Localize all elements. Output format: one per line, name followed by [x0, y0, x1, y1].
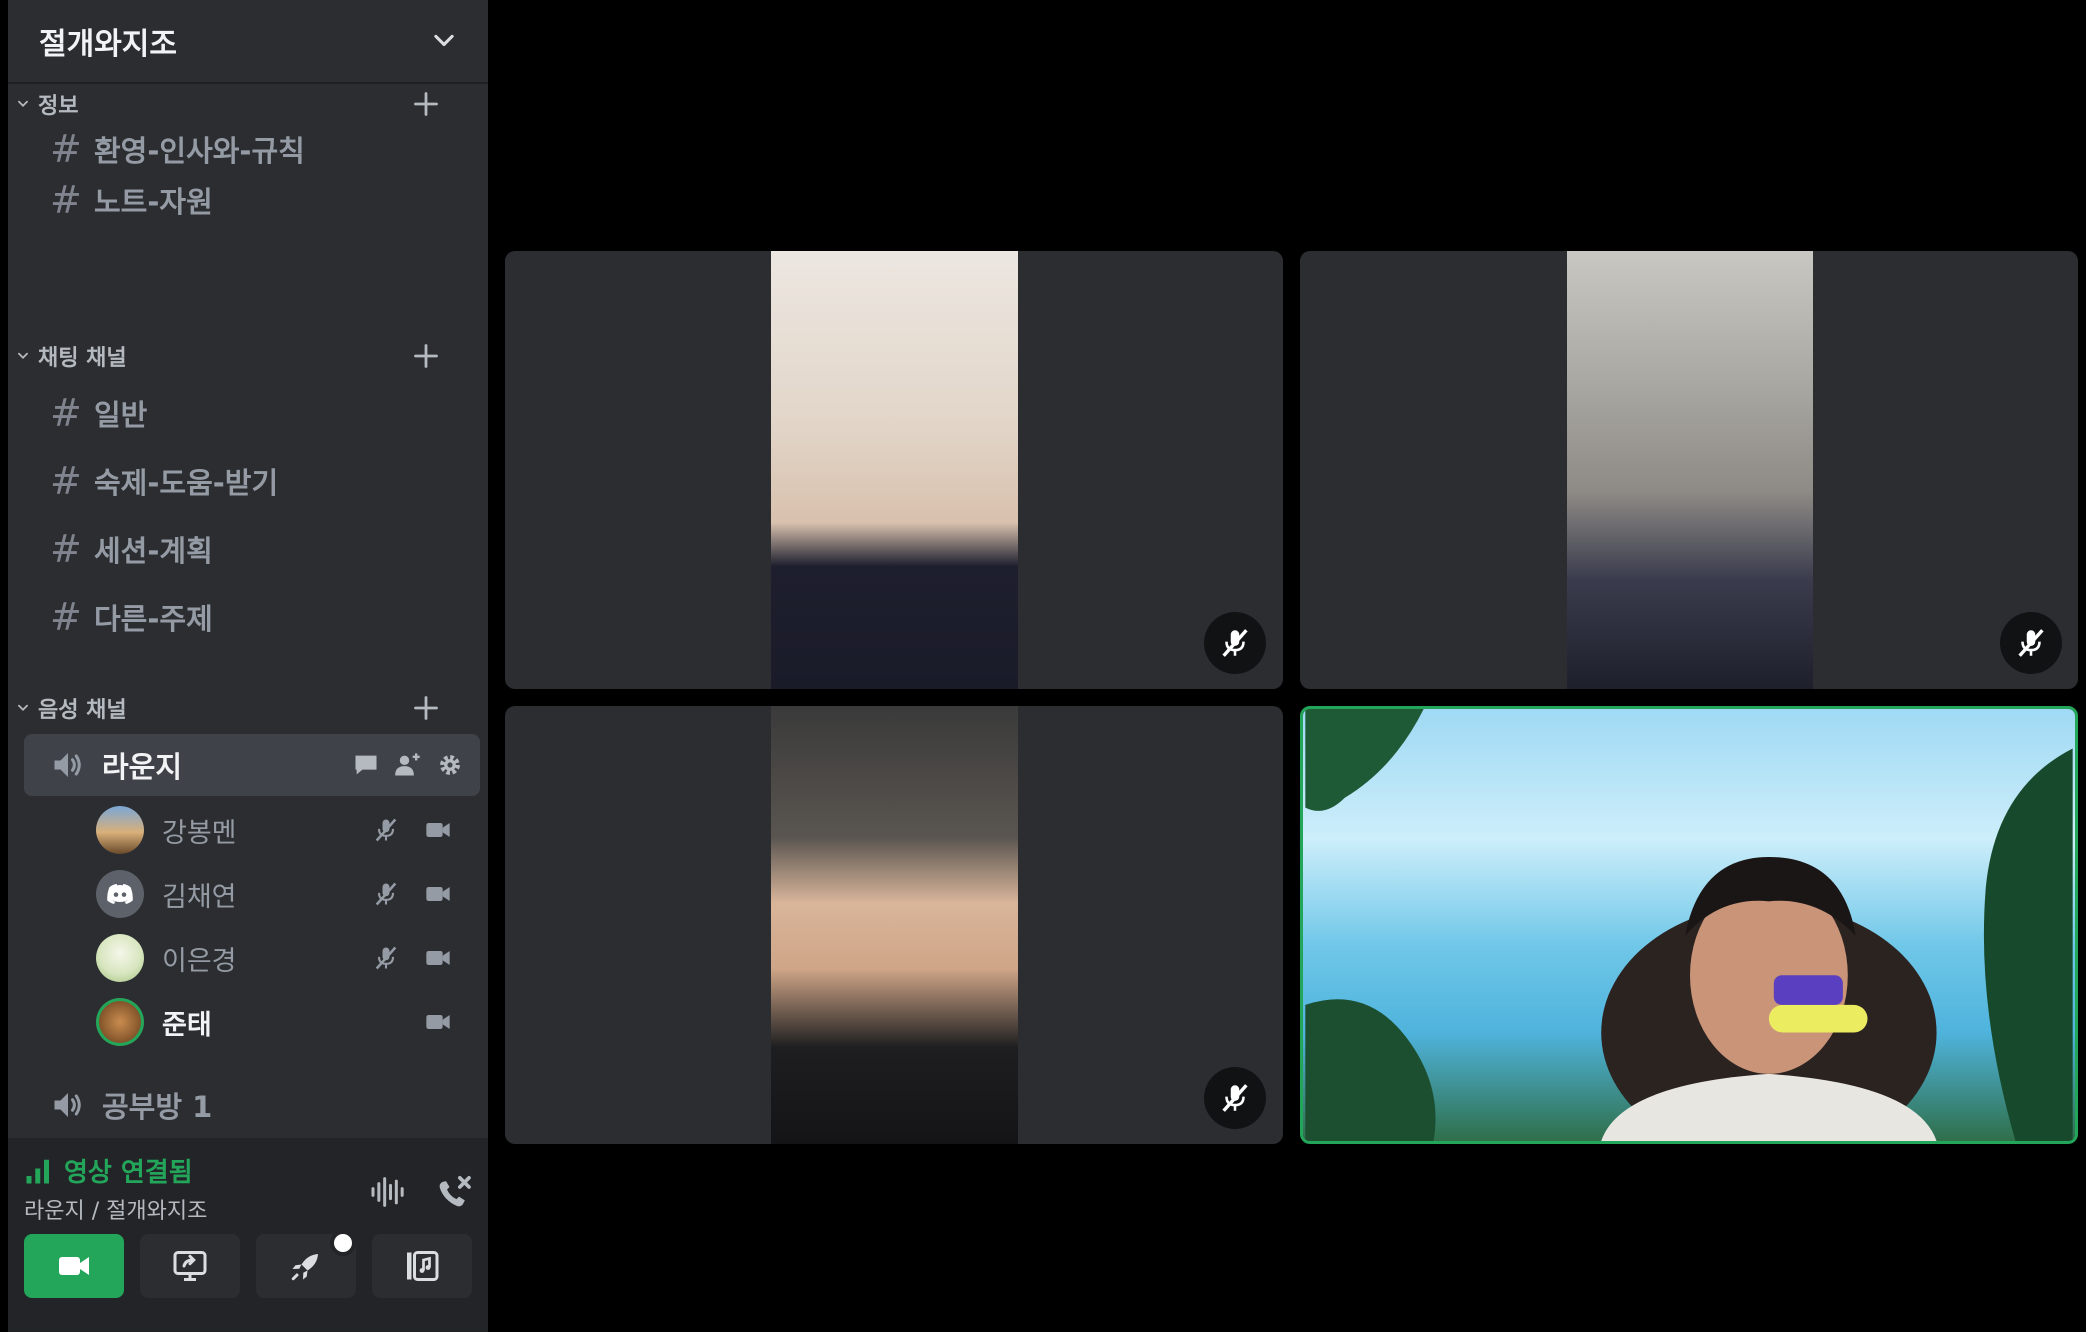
soundwave-icon[interactable] [368, 1172, 408, 1212]
chevron-down-icon[interactable] [430, 27, 458, 55]
mic-muted-icon [375, 882, 397, 906]
channel-sidebar: 절개와지조 정보 # 환영-인사와-규칙 # 노트-자원 채팅 채널 # 일반 … [8, 0, 488, 1332]
avatar [96, 998, 144, 1046]
voice-channel-lounge[interactable]: 라운지 [24, 734, 480, 796]
rocket-activity-icon [291, 1254, 318, 1281]
soundboard-icon [407, 1251, 439, 1281]
signal-strength-icon[interactable] [24, 1156, 54, 1186]
collapse-chevron-icon [18, 100, 28, 107]
notification-dot [330, 1230, 356, 1256]
video-tile-participant-3[interactable] [505, 706, 1283, 1144]
channel-label: 숙제-도움-받기 [94, 466, 279, 500]
gear-icon[interactable] [436, 751, 464, 779]
avatar [96, 934, 144, 982]
mic-muted-icon [1222, 1084, 1248, 1112]
camera-icon [426, 823, 450, 837]
category-label: 채팅 채널 [38, 346, 127, 371]
camera-icon [426, 951, 450, 965]
voice-channel-study-room[interactable]: 공부방 1 [24, 1074, 480, 1136]
camera-toggle-button[interactable] [24, 1234, 124, 1298]
channel-homework-help[interactable]: # 숙제-도움-받기 [24, 450, 480, 512]
channel-label: 일반 [94, 398, 148, 432]
hash-icon: # [50, 459, 82, 503]
member-name: 김채연 [162, 881, 237, 913]
hash-icon: # [50, 595, 82, 639]
mic-muted-icon [375, 818, 397, 842]
channel-label: 다른-주제 [94, 602, 213, 636]
video-tile-participant-2[interactable] [1300, 251, 2078, 689]
activity-button[interactable] [256, 1230, 356, 1298]
channel-other-topics[interactable]: # 다른-주제 [24, 586, 480, 648]
hash-icon: # [50, 391, 82, 435]
camera-icon [59, 1257, 89, 1275]
collapse-chevron-icon [18, 704, 28, 711]
video-tile-participant-1[interactable] [505, 251, 1283, 689]
connection-status[interactable]: 영상 연결됨 [64, 1152, 193, 1189]
voice-member[interactable]: 이은경 [96, 930, 466, 986]
channel-label: 세션-계획 [94, 534, 213, 568]
channel-notes-resources[interactable]: # 노트-자원 [24, 169, 480, 231]
participant-video [1567, 251, 1813, 689]
voice-connection-panel: 영상 연결됨 라운지 / 절개와지조 [8, 1138, 488, 1332]
channel-session-planning[interactable]: # 세션-계획 [24, 518, 480, 580]
plus-icon[interactable] [412, 694, 440, 722]
background-foliage [1305, 709, 2073, 1141]
channel-general[interactable]: # 일반 [24, 382, 480, 444]
discord-logo-icon [107, 884, 133, 904]
member-name: 준태 [162, 1009, 212, 1041]
hash-icon: # [50, 178, 82, 222]
screen-share-icon [173, 1251, 207, 1281]
avatar [96, 870, 144, 918]
category-label: 음성 채널 [38, 698, 127, 723]
soundboard-button[interactable] [372, 1234, 472, 1298]
speaker-icon [54, 1093, 81, 1117]
mic-muted-icon [375, 946, 397, 970]
hash-icon: # [50, 527, 82, 571]
chat-bubble-icon[interactable] [352, 751, 380, 779]
channel-label: 공부방 1 [102, 1090, 213, 1124]
plus-icon[interactable] [412, 342, 440, 370]
participant-video [771, 251, 1018, 689]
mute-badge [1204, 1067, 1266, 1129]
participant-video [771, 706, 1018, 1144]
video-tile-participant-4[interactable] [1300, 706, 2078, 1144]
plus-icon[interactable] [412, 90, 440, 118]
server-header[interactable]: 절개와지조 [8, 0, 488, 84]
mic-muted-icon [2018, 629, 2044, 657]
disconnect-icon[interactable] [434, 1172, 474, 1212]
screen-share-button[interactable] [140, 1234, 240, 1298]
category-voice[interactable]: 음성 채널 [16, 688, 464, 728]
server-name: 절개와지조 [39, 27, 177, 62]
voice-member[interactable]: 준태 [96, 994, 466, 1050]
channel-label: 라운지 [102, 750, 183, 784]
member-name: 이은경 [162, 945, 237, 977]
add-user-icon[interactable] [394, 751, 422, 779]
mute-badge [1204, 612, 1266, 674]
category-label: 정보 [38, 94, 79, 119]
avatar [96, 806, 144, 854]
camera-icon [426, 1015, 450, 1029]
hash-icon: # [50, 127, 82, 171]
voice-member[interactable]: 강봉멘 [96, 802, 466, 858]
member-name: 강봉멘 [162, 817, 237, 849]
mute-badge [2000, 612, 2062, 674]
mic-muted-icon [1222, 629, 1248, 657]
voice-member[interactable]: 김채연 [96, 866, 466, 922]
channel-label: 노트-자원 [94, 185, 213, 219]
category-chat[interactable]: 채팅 채널 [16, 336, 464, 376]
speaker-icon [54, 753, 81, 777]
channel-label: 환영-인사와-규칙 [94, 134, 305, 168]
collapse-chevron-icon [18, 352, 28, 359]
camera-icon [426, 887, 450, 901]
